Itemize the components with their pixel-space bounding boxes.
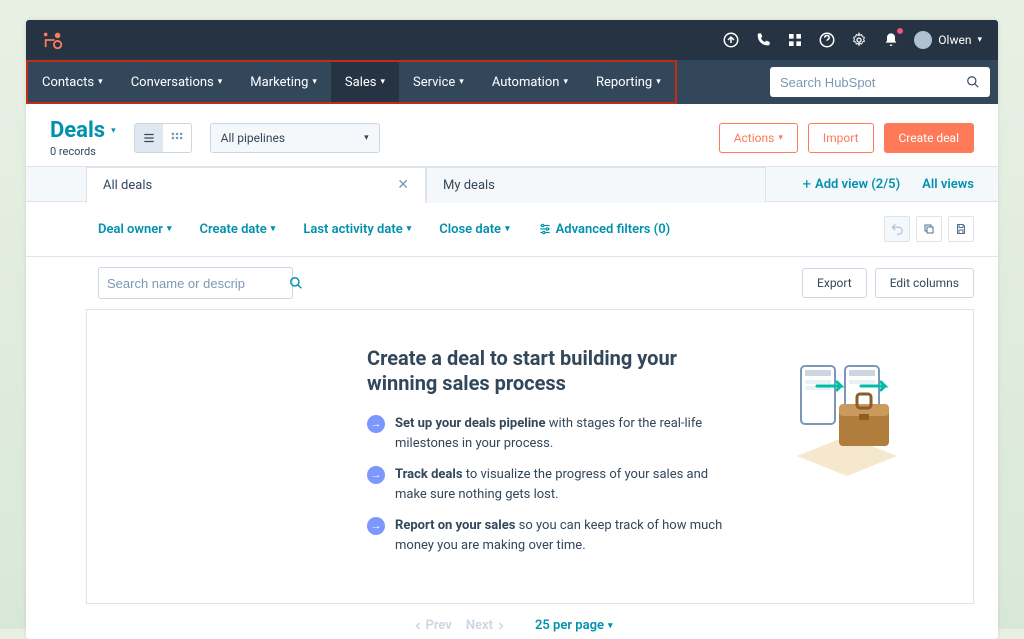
save-button[interactable] <box>948 216 974 242</box>
empty-state: Create a deal to start building your win… <box>86 309 974 604</box>
phone-icon[interactable] <box>754 31 772 49</box>
page-title-dropdown[interactable]: Deals ▾ <box>50 118 116 143</box>
pagination: Prev Next 25 per page▾ <box>26 604 998 639</box>
filters-row: Deal owner▾ Create date▾ Last activity d… <box>26 202 998 257</box>
view-toggle <box>134 123 192 153</box>
nav-sales[interactable]: Sales▾ <box>331 62 399 102</box>
next-button[interactable]: Next <box>466 618 507 633</box>
per-page-select[interactable]: 25 per page▾ <box>535 618 613 633</box>
create-deal-button[interactable]: Create deal <box>884 123 975 153</box>
empty-illustration <box>777 346 917 476</box>
edit-columns-button[interactable]: Edit columns <box>875 268 974 298</box>
copy-button[interactable] <box>916 216 942 242</box>
records-count: 0 records <box>50 145 116 158</box>
tools-row: Export Edit columns <box>26 257 998 309</box>
hubspot-logo[interactable] <box>42 29 64 51</box>
tab-all-deals[interactable]: All deals ✕ <box>86 167 426 203</box>
chevron-down-icon: ▾ <box>111 126 116 136</box>
empty-bullet: → Track deals to visualize the progress … <box>367 465 737 504</box>
page-title: Deals <box>50 118 105 143</box>
empty-bullet: → Set up your deals pipeline with stages… <box>367 414 737 453</box>
avatar <box>914 31 932 49</box>
help-icon[interactable] <box>818 31 836 49</box>
list-view-button[interactable] <box>135 124 163 152</box>
nav-reporting[interactable]: Reporting▾ <box>582 62 675 102</box>
advanced-filters-button[interactable]: Advanced filters (0) <box>538 222 671 237</box>
arrow-icon: → <box>367 466 385 484</box>
add-view-button[interactable]: + Add view (2/5) <box>803 175 901 193</box>
import-button[interactable]: Import <box>808 123 874 153</box>
marketplace-icon[interactable] <box>786 31 804 49</box>
nav-contacts[interactable]: Contacts▾ <box>28 62 117 102</box>
undo-button[interactable] <box>884 216 910 242</box>
global-search[interactable] <box>770 67 990 97</box>
export-button[interactable]: Export <box>802 268 867 298</box>
settings-icon[interactable] <box>850 31 868 49</box>
upgrade-icon[interactable] <box>722 31 740 49</box>
arrow-icon: → <box>367 517 385 535</box>
filter-create-date[interactable]: Create date▾ <box>199 222 275 237</box>
nav-marketing[interactable]: Marketing▾ <box>236 62 331 102</box>
actions-button[interactable]: Actions▾ <box>719 123 798 153</box>
name-search-input[interactable] <box>107 276 283 291</box>
tabs-row: All deals ✕ My deals + Add view (2/5) Al… <box>26 166 998 202</box>
user-menu[interactable]: Olwen ▾ <box>914 31 982 49</box>
page-header: Deals ▾ 0 records All pipelines ▾ Action… <box>26 104 998 166</box>
chevron-down-icon: ▾ <box>977 35 982 45</box>
pipeline-label: All pipelines <box>221 131 285 145</box>
empty-bullet: → Report on your sales so you can keep t… <box>367 516 737 555</box>
empty-title: Create a deal to start building your win… <box>367 346 737 396</box>
chevron-down-icon: ▾ <box>364 133 369 143</box>
global-search-input[interactable] <box>780 75 966 90</box>
nav-service[interactable]: Service▾ <box>399 62 478 102</box>
tab-my-deals[interactable]: My deals <box>426 167 766 203</box>
name-search[interactable] <box>98 267 293 299</box>
pipeline-select[interactable]: All pipelines ▾ <box>210 123 380 153</box>
nav-conversations[interactable]: Conversations▾ <box>117 62 237 102</box>
all-views-link[interactable]: All views <box>922 177 974 192</box>
board-view-button[interactable] <box>163 124 191 152</box>
filter-deal-owner[interactable]: Deal owner▾ <box>98 222 171 237</box>
nav-highlight-box: Contacts▾ Conversations▾ Marketing▾ Sale… <box>26 60 677 104</box>
tab-label: My deals <box>443 178 495 193</box>
prev-button[interactable]: Prev <box>412 618 452 633</box>
close-icon[interactable]: ✕ <box>397 177 409 193</box>
tab-label: All deals <box>103 178 152 193</box>
nav-automation[interactable]: Automation▾ <box>478 62 582 102</box>
arrow-icon: → <box>367 415 385 433</box>
search-icon <box>289 276 303 290</box>
filter-close-date[interactable]: Close date▾ <box>439 222 509 237</box>
filter-last-activity-date[interactable]: Last activity date▾ <box>303 222 411 237</box>
notification-badge <box>896 27 904 35</box>
user-name: Olwen <box>938 33 971 47</box>
notifications-icon[interactable] <box>882 31 900 49</box>
search-icon <box>966 75 980 89</box>
topbar: Olwen ▾ <box>26 20 998 60</box>
menubar: Contacts▾ Conversations▾ Marketing▾ Sale… <box>26 60 998 104</box>
